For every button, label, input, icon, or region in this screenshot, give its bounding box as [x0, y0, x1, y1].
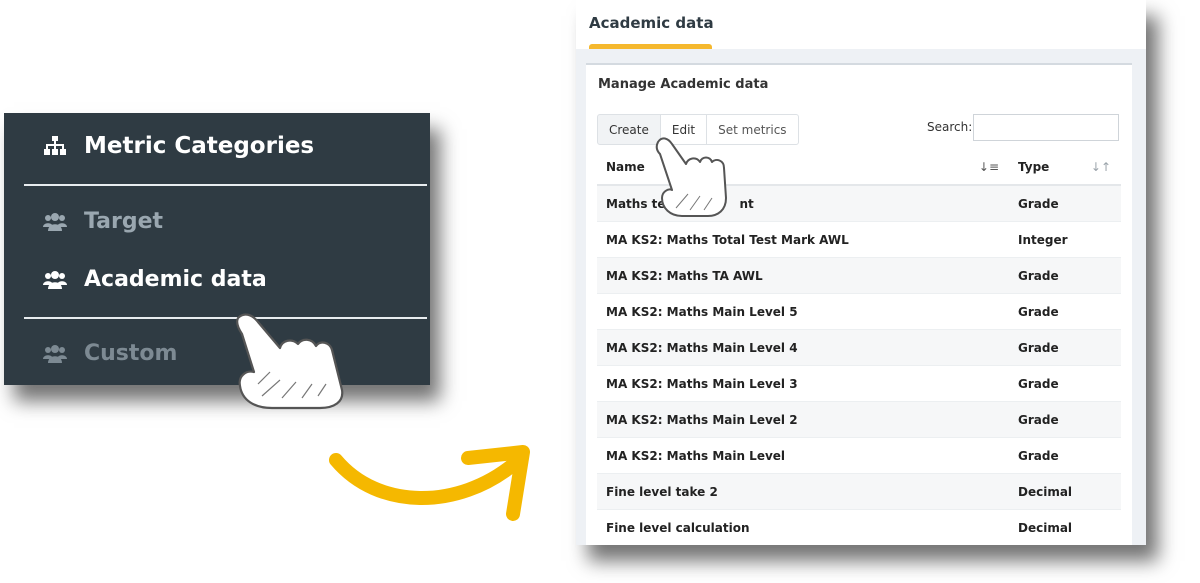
table-row[interactable]: MA KS2: Maths Main Level 4 Grade	[597, 329, 1121, 366]
sidebar-item-custom[interactable]: Custom	[42, 341, 177, 366]
type-column-header[interactable]: Type ↓↑	[1009, 150, 1121, 186]
sidebar-title: Metric Categories	[42, 133, 314, 159]
box-title: Manage Academic data	[598, 77, 769, 92]
sidebar-item-academic-data[interactable]: Academic data	[42, 267, 267, 292]
name-cell: MA KS2: Maths Main Level 4	[597, 329, 1009, 366]
name-cell-text: Maths te	[606, 196, 666, 211]
set-metrics-button[interactable]: Set metrics	[706, 114, 799, 145]
name-cell: MA KS2: Maths TA AWL	[597, 257, 1009, 294]
panel-body: Manage Academic data Create Edit Set met…	[576, 49, 1146, 545]
sidebar-item-target[interactable]: Target	[42, 209, 163, 234]
sidebar-title-label: Metric Categories	[84, 133, 315, 159]
table-row[interactable]: MA KS2: Maths Main Level 3 Grade	[597, 365, 1121, 402]
name-cell: MA KS2: Maths Main Level	[597, 437, 1009, 474]
metrics-table: Name ↓≡ Type ↓↑ Maths te nt Grade MA KS2…	[597, 150, 1121, 545]
table-row[interactable]: Maths te nt Grade	[597, 184, 1121, 222]
name-cell: MA KS2: Maths Main Level 3	[597, 365, 1009, 402]
table-row[interactable]: MA KS2: Maths Main Level 2 Grade	[597, 401, 1121, 438]
name-cell: MA KS2: Maths Total Test Mark AWL	[597, 221, 1009, 258]
sidebar-item-label: Academic data	[84, 267, 267, 292]
type-cell: Grade	[1009, 365, 1121, 402]
action-button-group: Create Edit Set metrics	[597, 114, 799, 145]
users-icon	[42, 212, 68, 231]
table-row[interactable]: Fine level calculation Decimal	[597, 509, 1121, 545]
users-icon	[42, 270, 68, 289]
create-button[interactable]: Create	[597, 114, 661, 145]
column-header-label: Type	[1018, 160, 1050, 174]
type-cell: Integer	[1009, 221, 1121, 258]
name-cell: Maths te nt	[597, 184, 1009, 222]
sort-icon: ↓↑	[1090, 160, 1111, 174]
search-input[interactable]	[973, 114, 1119, 141]
search-label: Search:	[927, 120, 973, 134]
column-header-label: Name	[606, 160, 645, 174]
table-row[interactable]: MA KS2: Maths Main Level Grade	[597, 437, 1121, 474]
name-column-header[interactable]: Name ↓≡	[597, 150, 1009, 186]
academic-data-panel: Academic data Manage Academic data Creat…	[576, 0, 1146, 545]
divider	[24, 317, 427, 319]
name-cell: Fine level take 2	[597, 473, 1009, 510]
sidebar-item-label: Target	[84, 209, 164, 234]
users-icon	[42, 344, 68, 363]
table-row[interactable]: MA KS2: Maths Total Test Mark AWL Intege…	[597, 221, 1121, 258]
type-cell: Decimal	[1009, 473, 1121, 510]
name-cell: MA KS2: Maths Main Level 5	[597, 293, 1009, 330]
type-cell: Grade	[1009, 401, 1121, 438]
type-cell: Decimal	[1009, 509, 1121, 545]
type-cell: Grade	[1009, 257, 1121, 294]
edit-button[interactable]: Edit	[659, 114, 708, 145]
sort-desc-icon: ↓≡	[978, 160, 999, 174]
curved-arrow-icon	[329, 445, 530, 521]
manage-box: Manage Academic data Create Edit Set met…	[586, 63, 1132, 545]
table-row[interactable]: Fine level take 2 Decimal	[597, 473, 1121, 510]
name-cell-text-tail: nt	[739, 196, 754, 211]
name-cell: Fine level calculation	[597, 509, 1009, 545]
sidebar-menu: Metric Categories Target Academic data C…	[4, 113, 430, 385]
table-row[interactable]: MA KS2: Maths TA AWL Grade	[597, 257, 1121, 294]
type-cell: Grade	[1009, 329, 1121, 366]
sitemap-icon	[42, 136, 68, 156]
type-cell: Grade	[1009, 437, 1121, 474]
sidebar-item-label: Custom	[84, 341, 178, 366]
table-header-row: Name ↓≡ Type ↓↑	[597, 150, 1121, 186]
type-cell: Grade	[1009, 293, 1121, 330]
tab-academic-data[interactable]: Academic data	[589, 14, 714, 32]
type-cell: Grade	[1009, 184, 1121, 222]
name-cell: MA KS2: Maths Main Level 2	[597, 401, 1009, 438]
divider	[24, 184, 427, 186]
table-row[interactable]: MA KS2: Maths Main Level 5 Grade	[597, 293, 1121, 330]
panel-header: Academic data	[576, 0, 1146, 49]
